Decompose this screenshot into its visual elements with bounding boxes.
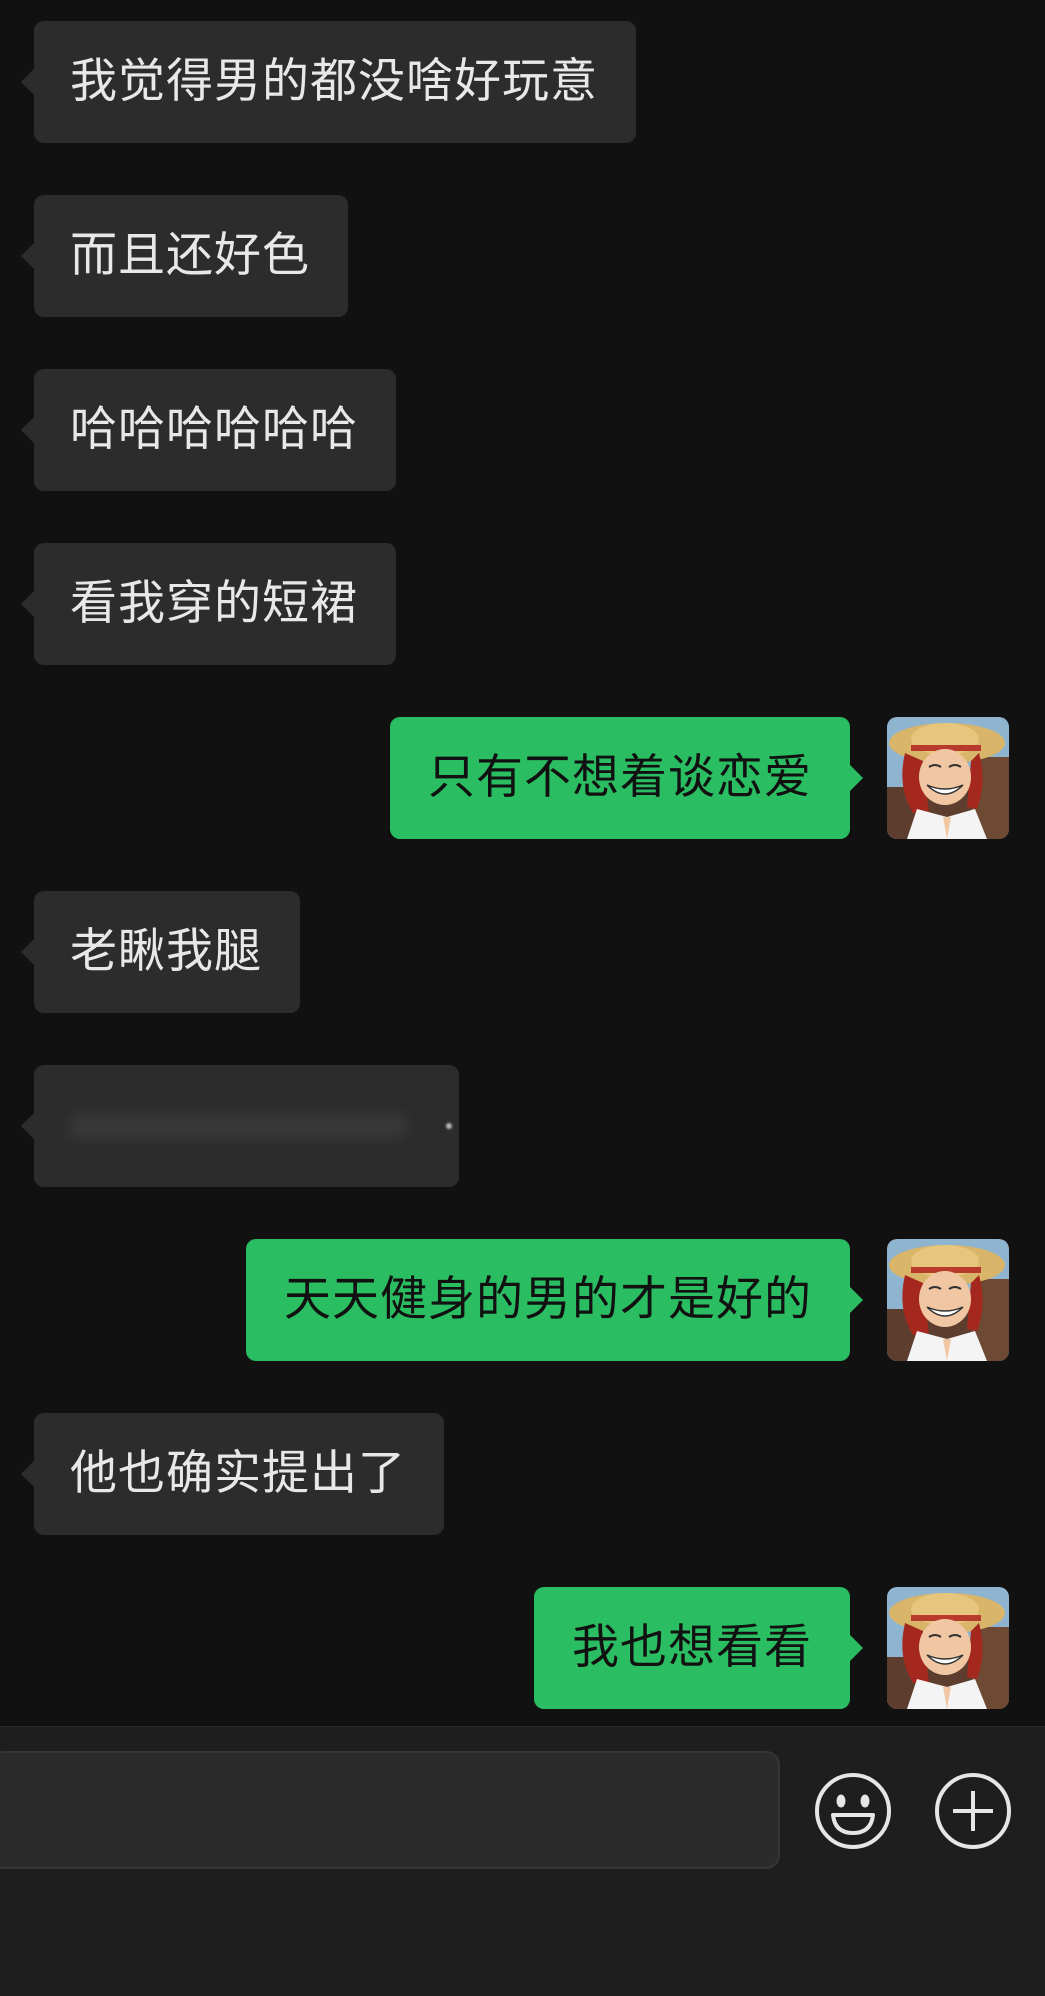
emoji-button[interactable] [813,1771,893,1851]
incoming-message-bubble[interactable]: 哈哈哈哈哈哈 [21,369,396,491]
plus-circle-icon [935,1773,1011,1849]
blurred-text [68,1113,408,1139]
blurred-dot [446,1123,452,1129]
avatar[interactable] [887,1587,1009,1709]
message-row: 我觉得男的都没啥好玩意 [0,21,1045,143]
blurred-message-bubble[interactable] [21,1065,459,1187]
message-row: 老瞅我腿 [0,891,1045,1013]
input-bar [0,1726,1045,1996]
avatar[interactable] [887,1239,1009,1361]
chat-history[interactable]: 我觉得男的都没啥好玩意 而且还好色 哈哈哈哈哈哈 看我穿的短裙 只有不想着谈恋爱 [0,0,1045,1726]
smiley-face-icon [815,1773,891,1849]
incoming-message-bubble[interactable]: 他也确实提出了 [21,1413,444,1535]
outgoing-message-bubble[interactable]: 只有不想着谈恋爱 [390,717,863,839]
incoming-message-bubble[interactable]: 我觉得男的都没啥好玩意 [21,21,636,143]
message-row: 哈哈哈哈哈哈 [0,369,1045,491]
message-row: 他也确实提出了 [0,1413,1045,1535]
avatar-image [887,717,1009,839]
message-row: 我也想看看 [0,1587,1045,1709]
incoming-message-bubble[interactable]: 老瞅我腿 [21,891,300,1013]
incoming-message-bubble[interactable]: 看我穿的短裙 [21,543,396,665]
message-row: 看我穿的短裙 [0,543,1045,665]
avatar-image [887,1587,1009,1709]
outgoing-message-bubble[interactable]: 我也想看看 [534,1587,863,1709]
avatar-image [887,1239,1009,1361]
message-row: 只有不想着谈恋爱 [0,717,1045,839]
message-row [0,1065,1045,1187]
incoming-message-bubble[interactable]: 而且还好色 [21,195,348,317]
avatar[interactable] [887,717,1009,839]
more-options-button[interactable] [933,1771,1013,1851]
outgoing-message-bubble[interactable]: 天天健身的男的才是好的 [246,1239,863,1361]
message-row: 天天健身的男的才是好的 [0,1239,1045,1361]
message-input[interactable] [0,1751,780,1869]
message-row: 而且还好色 [0,195,1045,317]
